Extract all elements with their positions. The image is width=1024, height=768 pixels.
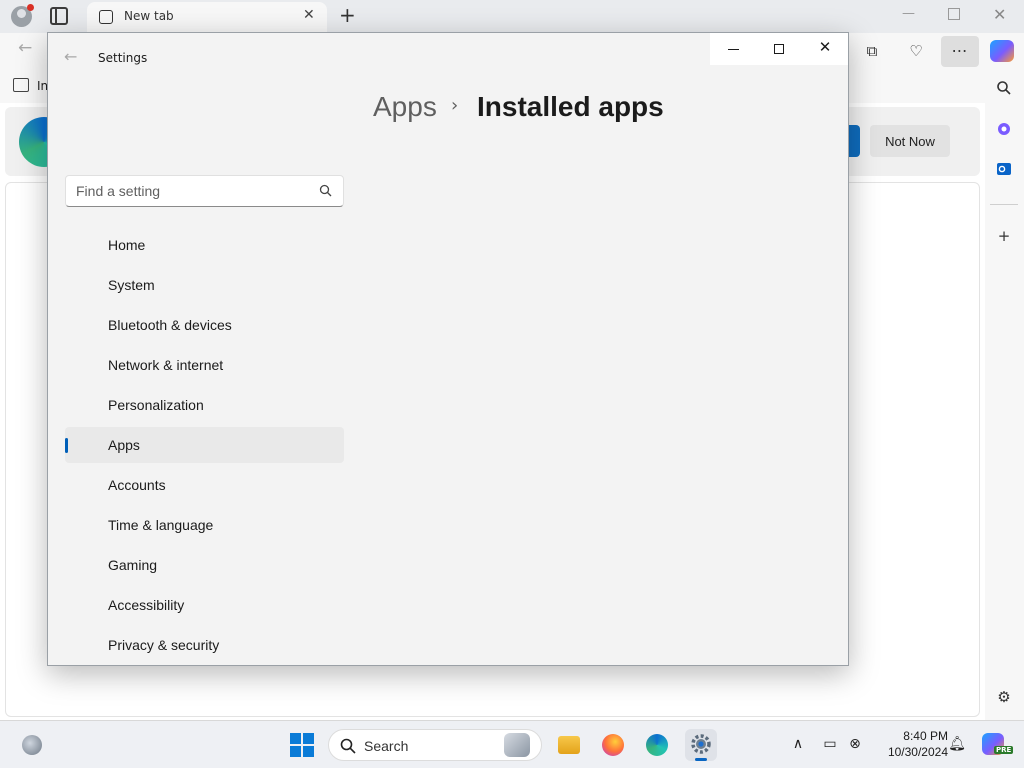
browser-tab-strip: New tab ✕ + — ✕: [0, 0, 1024, 33]
back-arrow-icon[interactable]: ←: [64, 47, 77, 66]
chevron-up-icon[interactable]: ∧: [788, 734, 808, 754]
notification-dot: [27, 4, 34, 11]
import-favorites-icon[interactable]: [13, 78, 29, 92]
sidebar-item-label: Network & internet: [108, 357, 224, 373]
close-button[interactable]: ✕: [802, 33, 848, 65]
start-logo-tile: [303, 733, 314, 744]
taskbar-firefox[interactable]: [597, 729, 629, 761]
bell-icon[interactable]: 🔔︎: [947, 734, 967, 754]
firefox-icon: [602, 734, 624, 756]
taskbar-search-box[interactable]: Search: [328, 729, 542, 761]
taskbar-file-explorer[interactable]: [553, 729, 585, 761]
sidebar-item-home[interactable]: Home: [65, 227, 344, 263]
settings-search-box: [65, 175, 344, 207]
gear-icon: [691, 734, 711, 754]
browser-close-icon[interactable]: ✕: [993, 5, 1006, 24]
settings-nav: Home System Bluetooth & devices Network & i…: [65, 227, 344, 665]
new-tab-page-icon: [99, 10, 113, 24]
browser-tab-new-tab[interactable]: New tab ✕: [87, 2, 327, 33]
search-highlight-icon: [504, 733, 530, 757]
edge-icon: [646, 734, 668, 756]
sidebar-item-label: Gaming: [108, 557, 158, 573]
sidebar-item-label: System: [108, 277, 155, 293]
sidebar-item-accounts[interactable]: Accounts: [65, 467, 344, 503]
taskbar: Search ∧ ▭ ⊗ 8:40 PM 10/30/2024 🔔︎ PRE: [0, 720, 1024, 768]
sidebar-item-label: Bluetooth & devices: [108, 317, 232, 333]
sidebar-item-personalization[interactable]: Personalization: [65, 387, 344, 423]
browser-essentials-icon[interactable]: ♡: [906, 41, 926, 61]
browser-maximize-icon[interactable]: [948, 8, 960, 20]
sidebar-item-system[interactable]: System: [65, 267, 344, 303]
start-logo-tile: [303, 746, 314, 757]
taskbar-clock[interactable]: 8:40 PM 10/30/2024: [862, 728, 948, 760]
sidebar-item-label: Accounts: [108, 477, 166, 493]
window-title: Settings: [98, 51, 148, 65]
settings-window: ← Settings ✕ Apps › Installed apps Home S…: [47, 32, 849, 666]
page-title: Installed apps: [477, 91, 664, 122]
browser-tab-title: New tab: [124, 9, 174, 23]
search-input[interactable]: [66, 176, 306, 206]
outlook-icon[interactable]: [993, 161, 1015, 183]
minimize-button[interactable]: [710, 33, 756, 65]
sidebar-item-privacy-and-security[interactable]: Privacy & security: [65, 627, 344, 663]
sidebar-item-label: Time & language: [108, 517, 214, 533]
close-tab-icon[interactable]: ✕: [303, 7, 315, 23]
sidebar-item-network-and-internet[interactable]: Network & internet: [65, 347, 344, 383]
not-now-button[interactable]: Not Now: [870, 125, 950, 157]
active-app-indicator: [695, 758, 707, 761]
back-arrow-icon[interactable]: ←: [18, 38, 32, 58]
new-tab-plus-icon[interactable]: +: [339, 3, 356, 27]
close-icon: ✕: [818, 38, 832, 56]
sidebar-item-bluetooth-and-devices[interactable]: Bluetooth & devices: [65, 307, 344, 343]
sidebar-item-label: Privacy & security: [108, 637, 220, 653]
search-icon[interactable]: [993, 80, 1015, 102]
sidebar-item-gaming[interactable]: Gaming: [65, 547, 344, 583]
copilot-sidebar-icon[interactable]: [993, 121, 1015, 143]
sidebar-item-label: Accessibility: [108, 597, 185, 613]
gear-icon[interactable]: ⚙: [993, 686, 1015, 708]
breadcrumb-apps[interactable]: Apps: [373, 91, 437, 123]
clock-date: 10/30/2024: [887, 745, 948, 759]
preview-badge: PRE: [994, 746, 1014, 754]
selection-indicator: [65, 438, 68, 453]
start-logo-tile: [290, 746, 301, 757]
browser-minimize-icon[interactable]: —: [902, 6, 915, 21]
sidebar-item-label: Personalization: [108, 397, 204, 413]
copilot-icon[interactable]: PRE: [982, 733, 1014, 755]
window-caption-buttons: ✕: [710, 33, 848, 65]
taskbar-settings[interactable]: [685, 729, 717, 761]
display-icon[interactable]: ▭: [820, 734, 840, 754]
browser-sidebar: + ⚙: [985, 69, 1024, 720]
sidebar-item-accessibility[interactable]: Accessibility: [65, 587, 344, 623]
sidebar-item-time-and-language[interactable]: Time & language: [65, 507, 344, 543]
folder-icon: [558, 736, 580, 754]
search-icon[interactable]: [318, 183, 334, 199]
minimize-icon: [728, 49, 739, 50]
tab-actions-icon[interactable]: [50, 7, 68, 25]
sidebar-item-label: Apps: [108, 437, 140, 453]
breadcrumb: Apps › Installed apps: [373, 91, 703, 131]
sidebar-divider: [990, 204, 1018, 205]
taskbar-edge[interactable]: [641, 729, 673, 761]
taskbar-search-label: Search: [364, 738, 409, 754]
maximize-icon: [774, 44, 784, 54]
plus-icon[interactable]: +: [993, 225, 1015, 247]
more-options-icon[interactable]: ⋯: [941, 36, 979, 67]
copilot-icon[interactable]: [990, 40, 1014, 62]
chevron-right-icon: ›: [451, 95, 459, 116]
clock-time: 8:40 PM: [903, 729, 948, 743]
sidebar-item-label: Home: [108, 237, 146, 253]
sidebar-item-apps[interactable]: Apps: [65, 427, 344, 463]
search-icon: [340, 738, 356, 754]
start-button[interactable]: [290, 733, 314, 757]
collections-icon[interactable]: ⧉: [862, 41, 882, 61]
widgets-icon[interactable]: [22, 735, 42, 755]
start-logo-tile: [290, 733, 301, 744]
maximize-button[interactable]: [756, 33, 802, 65]
